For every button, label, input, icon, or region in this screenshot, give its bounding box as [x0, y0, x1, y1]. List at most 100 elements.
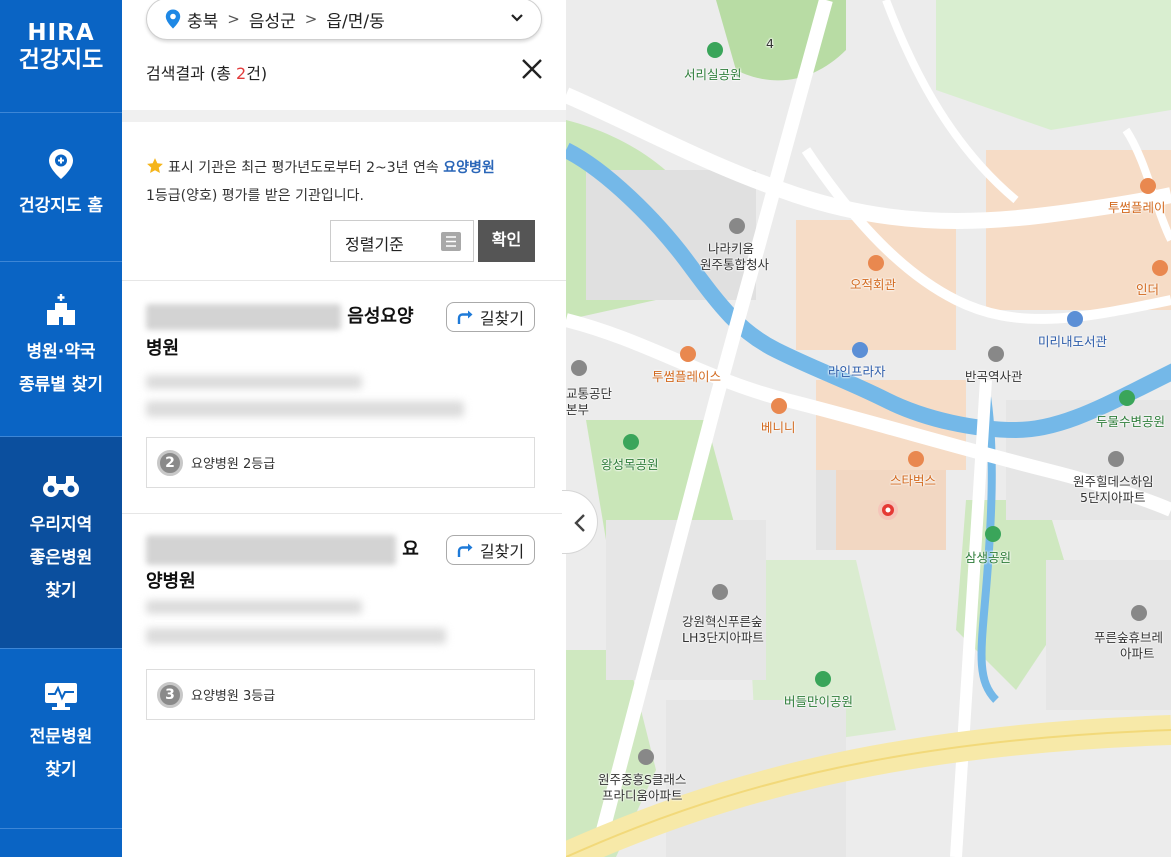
- park-icon[interactable]: [1119, 390, 1135, 406]
- map-label-starbucks[interactable]: 스타벅스: [890, 470, 936, 489]
- sort-select[interactable]: 정렬기준: [330, 220, 474, 262]
- hospital-name[interactable]: 요 양병원: [146, 534, 446, 598]
- town-label[interactable]: 읍/면/동: [326, 7, 384, 32]
- redacted-phone: [146, 401, 464, 417]
- region-select[interactable]: 충북 > 음성군 > 읍/면/동: [146, 0, 542, 40]
- result-count: 검색결과 (총 2건): [146, 60, 267, 84]
- nav-hospital-type-line2: 종류별 찾기: [18, 375, 104, 395]
- map-label-ojeok[interactable]: 오적회관: [850, 274, 896, 293]
- chevron-left-icon: [574, 514, 585, 532]
- apartment-icon[interactable]: [1131, 605, 1147, 621]
- nav-specialty-line1: 전문병원: [29, 727, 93, 747]
- map-label-hills2[interactable]: 5단지아파트: [1080, 487, 1145, 506]
- nav-item-good-hospital[interactable]: 우리지역 좋은병원 찾기: [0, 437, 122, 649]
- chevron-right-icon: >: [227, 10, 240, 28]
- nav-good-line2: 좋은병원: [29, 548, 93, 568]
- hospital-building-icon: [47, 294, 75, 325]
- district-label[interactable]: 음성군: [249, 7, 296, 32]
- cafe-icon[interactable]: [680, 346, 696, 362]
- map-label-dumul[interactable]: 두물수변공원: [1096, 411, 1165, 430]
- hospital-name[interactable]: 음성요양 병원: [146, 301, 446, 365]
- map-label-beodeul[interactable]: 버들만이공원: [784, 691, 853, 710]
- cafe-icon[interactable]: [1140, 178, 1156, 194]
- grade-badge: 3 요양병원 3등급: [146, 669, 535, 720]
- collapse-panel-button[interactable]: [562, 490, 598, 554]
- restaurant-icon[interactable]: [771, 398, 787, 414]
- left-navigation: HIRA 건강지도 건강지도 홈 병원·약국 종류별 찾기 우리지역 좋은병원 …: [0, 0, 122, 857]
- apartment-icon[interactable]: [712, 584, 728, 600]
- hospital-name-visible: 음성요양: [347, 306, 414, 327]
- map-base: [566, 0, 1171, 857]
- chevron-right-icon: >: [304, 10, 318, 28]
- map-label-samsaeng[interactable]: 삼생공원: [965, 547, 1011, 566]
- map-label-seorisil[interactable]: 서리실공원: [684, 64, 742, 83]
- map-label-banggok[interactable]: 반곡역사관: [965, 366, 1023, 385]
- logo-line1: HIRA: [27, 20, 95, 46]
- grade-text: 요양병원 2등급: [191, 457, 276, 472]
- map-label-twosome2[interactable]: 투썸플레이스: [652, 366, 721, 385]
- map-label-line-plaza[interactable]: 라인프라자: [828, 361, 886, 380]
- redacted-address: [146, 375, 362, 389]
- grade-number: 2: [157, 449, 183, 476]
- directions-arrow-icon: [457, 310, 473, 324]
- map-canvas[interactable]: 서리실공원 4 나라키움 원주통합청사 오적회관 투썸플레이 인더 미리내도서관…: [566, 0, 1171, 857]
- grade-number: 3: [157, 681, 183, 708]
- map-label-mirinae[interactable]: 미리내도서관: [1038, 331, 1107, 350]
- map-label-inder[interactable]: 인더: [1136, 279, 1159, 298]
- apartment-icon[interactable]: [1108, 451, 1124, 467]
- redacted-phone: [146, 628, 446, 644]
- map-label-pureun2[interactable]: 아파트: [1120, 643, 1155, 662]
- cafe-icon[interactable]: [908, 451, 924, 467]
- chevron-down-icon[interactable]: [509, 10, 525, 26]
- notice-text2: 1등급(양호) 평가를 받은 기관입니다.: [146, 188, 364, 204]
- nav-specialty-line2: 찾기: [45, 760, 77, 780]
- binoculars-icon: [43, 476, 79, 497]
- map-label-gangwon2[interactable]: LH3단지아파트: [682, 627, 764, 646]
- result-card[interactable]: 요 양병원 길찾기 3 요양병원 3등급: [122, 514, 566, 744]
- hira-logo[interactable]: HIRA 건강지도: [0, 0, 122, 113]
- office-icon[interactable]: [571, 360, 587, 376]
- sort-label: 정렬기준: [345, 235, 404, 254]
- redacted-address: [146, 600, 362, 614]
- nav-item-specialty-hospital[interactable]: 전문병원 찾기: [0, 649, 122, 829]
- directions-button[interactable]: 길찾기: [446, 535, 535, 565]
- monitor-heartbeat-icon: [45, 683, 77, 710]
- library-icon[interactable]: [1067, 311, 1083, 327]
- restaurant-icon[interactable]: [868, 255, 884, 271]
- shopping-icon[interactable]: [852, 342, 868, 358]
- map-label-junghung2[interactable]: 프라디움아파트: [602, 785, 683, 804]
- museum-icon[interactable]: [988, 346, 1004, 362]
- result-panel: 충북 > 음성군 > 읍/면/동 검색결과 (총 2건) 표시 기관은 최근 평…: [122, 0, 566, 857]
- notice-highlight: 요양병원: [443, 160, 495, 176]
- nav-hospital-type-line1: 병원·약국: [26, 342, 96, 362]
- nav-item-home[interactable]: 건강지도 홈: [0, 114, 122, 262]
- result-prefix: 검색결과 (총: [146, 64, 237, 83]
- confirm-button[interactable]: 확인: [478, 220, 535, 262]
- park-icon[interactable]: [623, 434, 639, 450]
- map-label-wangseong[interactable]: 왕성목공원: [601, 454, 659, 473]
- star-icon: [147, 158, 163, 174]
- nav-good-line1: 우리지역: [29, 515, 93, 535]
- restaurant-icon[interactable]: [1152, 260, 1168, 276]
- map-label-tonghap[interactable]: 원주통합청사: [700, 254, 769, 273]
- map-label-gyotong2[interactable]: 본부: [566, 399, 589, 418]
- park-icon[interactable]: [707, 42, 723, 58]
- close-icon[interactable]: [520, 57, 544, 81]
- province-label[interactable]: 충북: [187, 7, 218, 32]
- map-label-twosome1[interactable]: 투썸플레이: [1108, 197, 1166, 216]
- nav-home-label: 건강지도 홈: [18, 196, 104, 216]
- map-label-benini[interactable]: 베니니: [761, 417, 796, 436]
- location-pin-icon: [165, 9, 181, 29]
- grade-text: 요양병원 3등급: [191, 689, 276, 704]
- apartment-icon[interactable]: [638, 749, 654, 765]
- result-card[interactable]: 음성요양 병원 길찾기 2 요양병원 2등급: [122, 281, 566, 513]
- nav-item-hospital-type[interactable]: 병원·약국 종류별 찾기: [0, 262, 122, 437]
- park-icon[interactable]: [985, 526, 1001, 542]
- list-icon: [441, 232, 461, 251]
- park-icon[interactable]: [815, 671, 831, 687]
- government-icon[interactable]: [729, 218, 745, 234]
- directions-button[interactable]: 길찾기: [446, 302, 535, 332]
- map-label-4: 4: [766, 36, 774, 51]
- nav-good-line3: 찾기: [45, 581, 77, 601]
- current-location-marker-icon[interactable]: [876, 498, 900, 522]
